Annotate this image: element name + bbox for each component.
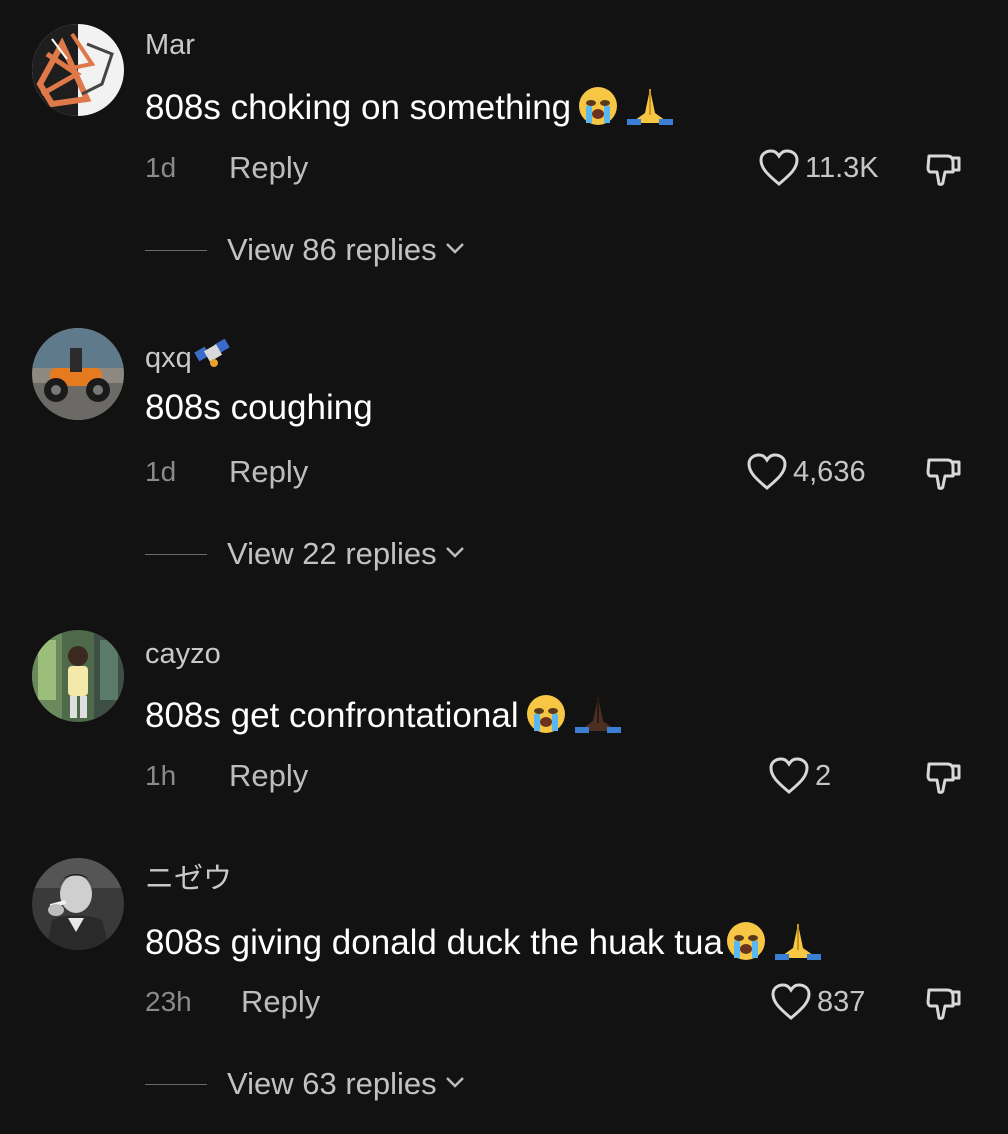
dislike-button[interactable]	[921, 756, 965, 796]
divider	[145, 553, 207, 555]
username[interactable]: cayzo	[145, 640, 221, 669]
comment-text: 808s coughing	[145, 388, 373, 427]
folded-hands-dark-skin-icon	[573, 693, 623, 741]
like-button[interactable]: 2	[767, 756, 831, 796]
comment-text: 808s giving donald duck the huak tua	[145, 920, 823, 968]
loudly-crying-face-icon	[577, 85, 619, 133]
avatar[interactable]	[32, 858, 124, 950]
like-count: 837	[817, 986, 866, 1018]
reply-button[interactable]: Reply	[229, 756, 308, 796]
comment-item: ニゼウ 808s giving donald duck the huak tua…	[0, 834, 1008, 1134]
like-count: 4,636	[793, 456, 866, 488]
like-count: 2	[815, 760, 832, 792]
view-replies-button[interactable]: View 86 replies	[145, 230, 467, 270]
timestamp: 23h	[145, 986, 192, 1017]
avatar[interactable]	[32, 328, 124, 420]
divider	[145, 249, 207, 251]
chevron-down-icon	[443, 240, 467, 261]
avatar[interactable]	[32, 630, 124, 722]
username[interactable]: Mar	[145, 31, 195, 60]
dislike-button[interactable]	[921, 148, 965, 188]
comment-text: 808s choking on something	[145, 85, 675, 133]
loudly-crying-face-icon	[725, 920, 767, 968]
avatar[interactable]	[32, 24, 124, 116]
timestamp: 1h	[145, 760, 177, 791]
view-replies-label: View 22 replies	[227, 536, 437, 571]
thumbs-down-icon	[926, 988, 961, 1020]
view-replies-button[interactable]: View 63 replies	[145, 1064, 467, 1104]
comment-text: 808s get confrontational	[145, 693, 623, 741]
comment-item: cayzo 808s get confrontational 1h Reply …	[0, 604, 1008, 834]
comment-item: Mar 808s choking on something 1d Reply 1…	[0, 0, 1008, 300]
like-button[interactable]: 11.3K	[757, 148, 879, 188]
comment-meta: 1d Reply 4,636	[145, 452, 965, 492]
like-button[interactable]: 837	[769, 982, 865, 1022]
reply-button[interactable]: Reply	[229, 452, 308, 492]
folded-hands-icon	[625, 85, 675, 133]
reply-button[interactable]: Reply	[241, 982, 320, 1022]
heart-icon	[769, 757, 809, 794]
dislike-button[interactable]	[921, 982, 965, 1022]
comment-meta: 1d Reply 11.3K	[145, 148, 965, 188]
like-button[interactable]: 4,636	[745, 452, 866, 492]
dislike-button[interactable]	[921, 452, 965, 492]
thumbs-down-icon	[926, 762, 961, 794]
heart-icon	[771, 983, 811, 1020]
comment-item: qxq 808s coughing 1d Reply 4,636 View 22…	[0, 300, 1008, 600]
username[interactable]: qxq	[145, 337, 232, 377]
timestamp: 1d	[145, 152, 177, 183]
view-replies-button[interactable]: View 22 replies	[145, 534, 467, 574]
thumbs-down-icon	[926, 458, 961, 490]
view-replies-label: View 86 replies	[227, 232, 437, 267]
view-replies-label: View 63 replies	[227, 1066, 437, 1101]
thumbs-down-icon	[926, 154, 961, 186]
heart-icon	[747, 453, 787, 490]
reply-button[interactable]: Reply	[229, 148, 308, 188]
chevron-down-icon	[443, 1074, 467, 1095]
comment-meta: 23h Reply 837	[145, 982, 965, 1022]
heart-icon	[759, 149, 799, 186]
like-count: 11.3K	[805, 152, 879, 184]
timestamp: 1d	[145, 456, 177, 487]
comment-meta: 1h Reply 2	[145, 756, 965, 796]
divider	[145, 1083, 207, 1085]
folded-hands-icon	[773, 920, 823, 968]
loudly-crying-face-icon	[525, 693, 567, 741]
username[interactable]: ニゼウ	[145, 865, 232, 894]
chevron-down-icon	[443, 544, 467, 565]
satellite-icon	[194, 337, 232, 377]
